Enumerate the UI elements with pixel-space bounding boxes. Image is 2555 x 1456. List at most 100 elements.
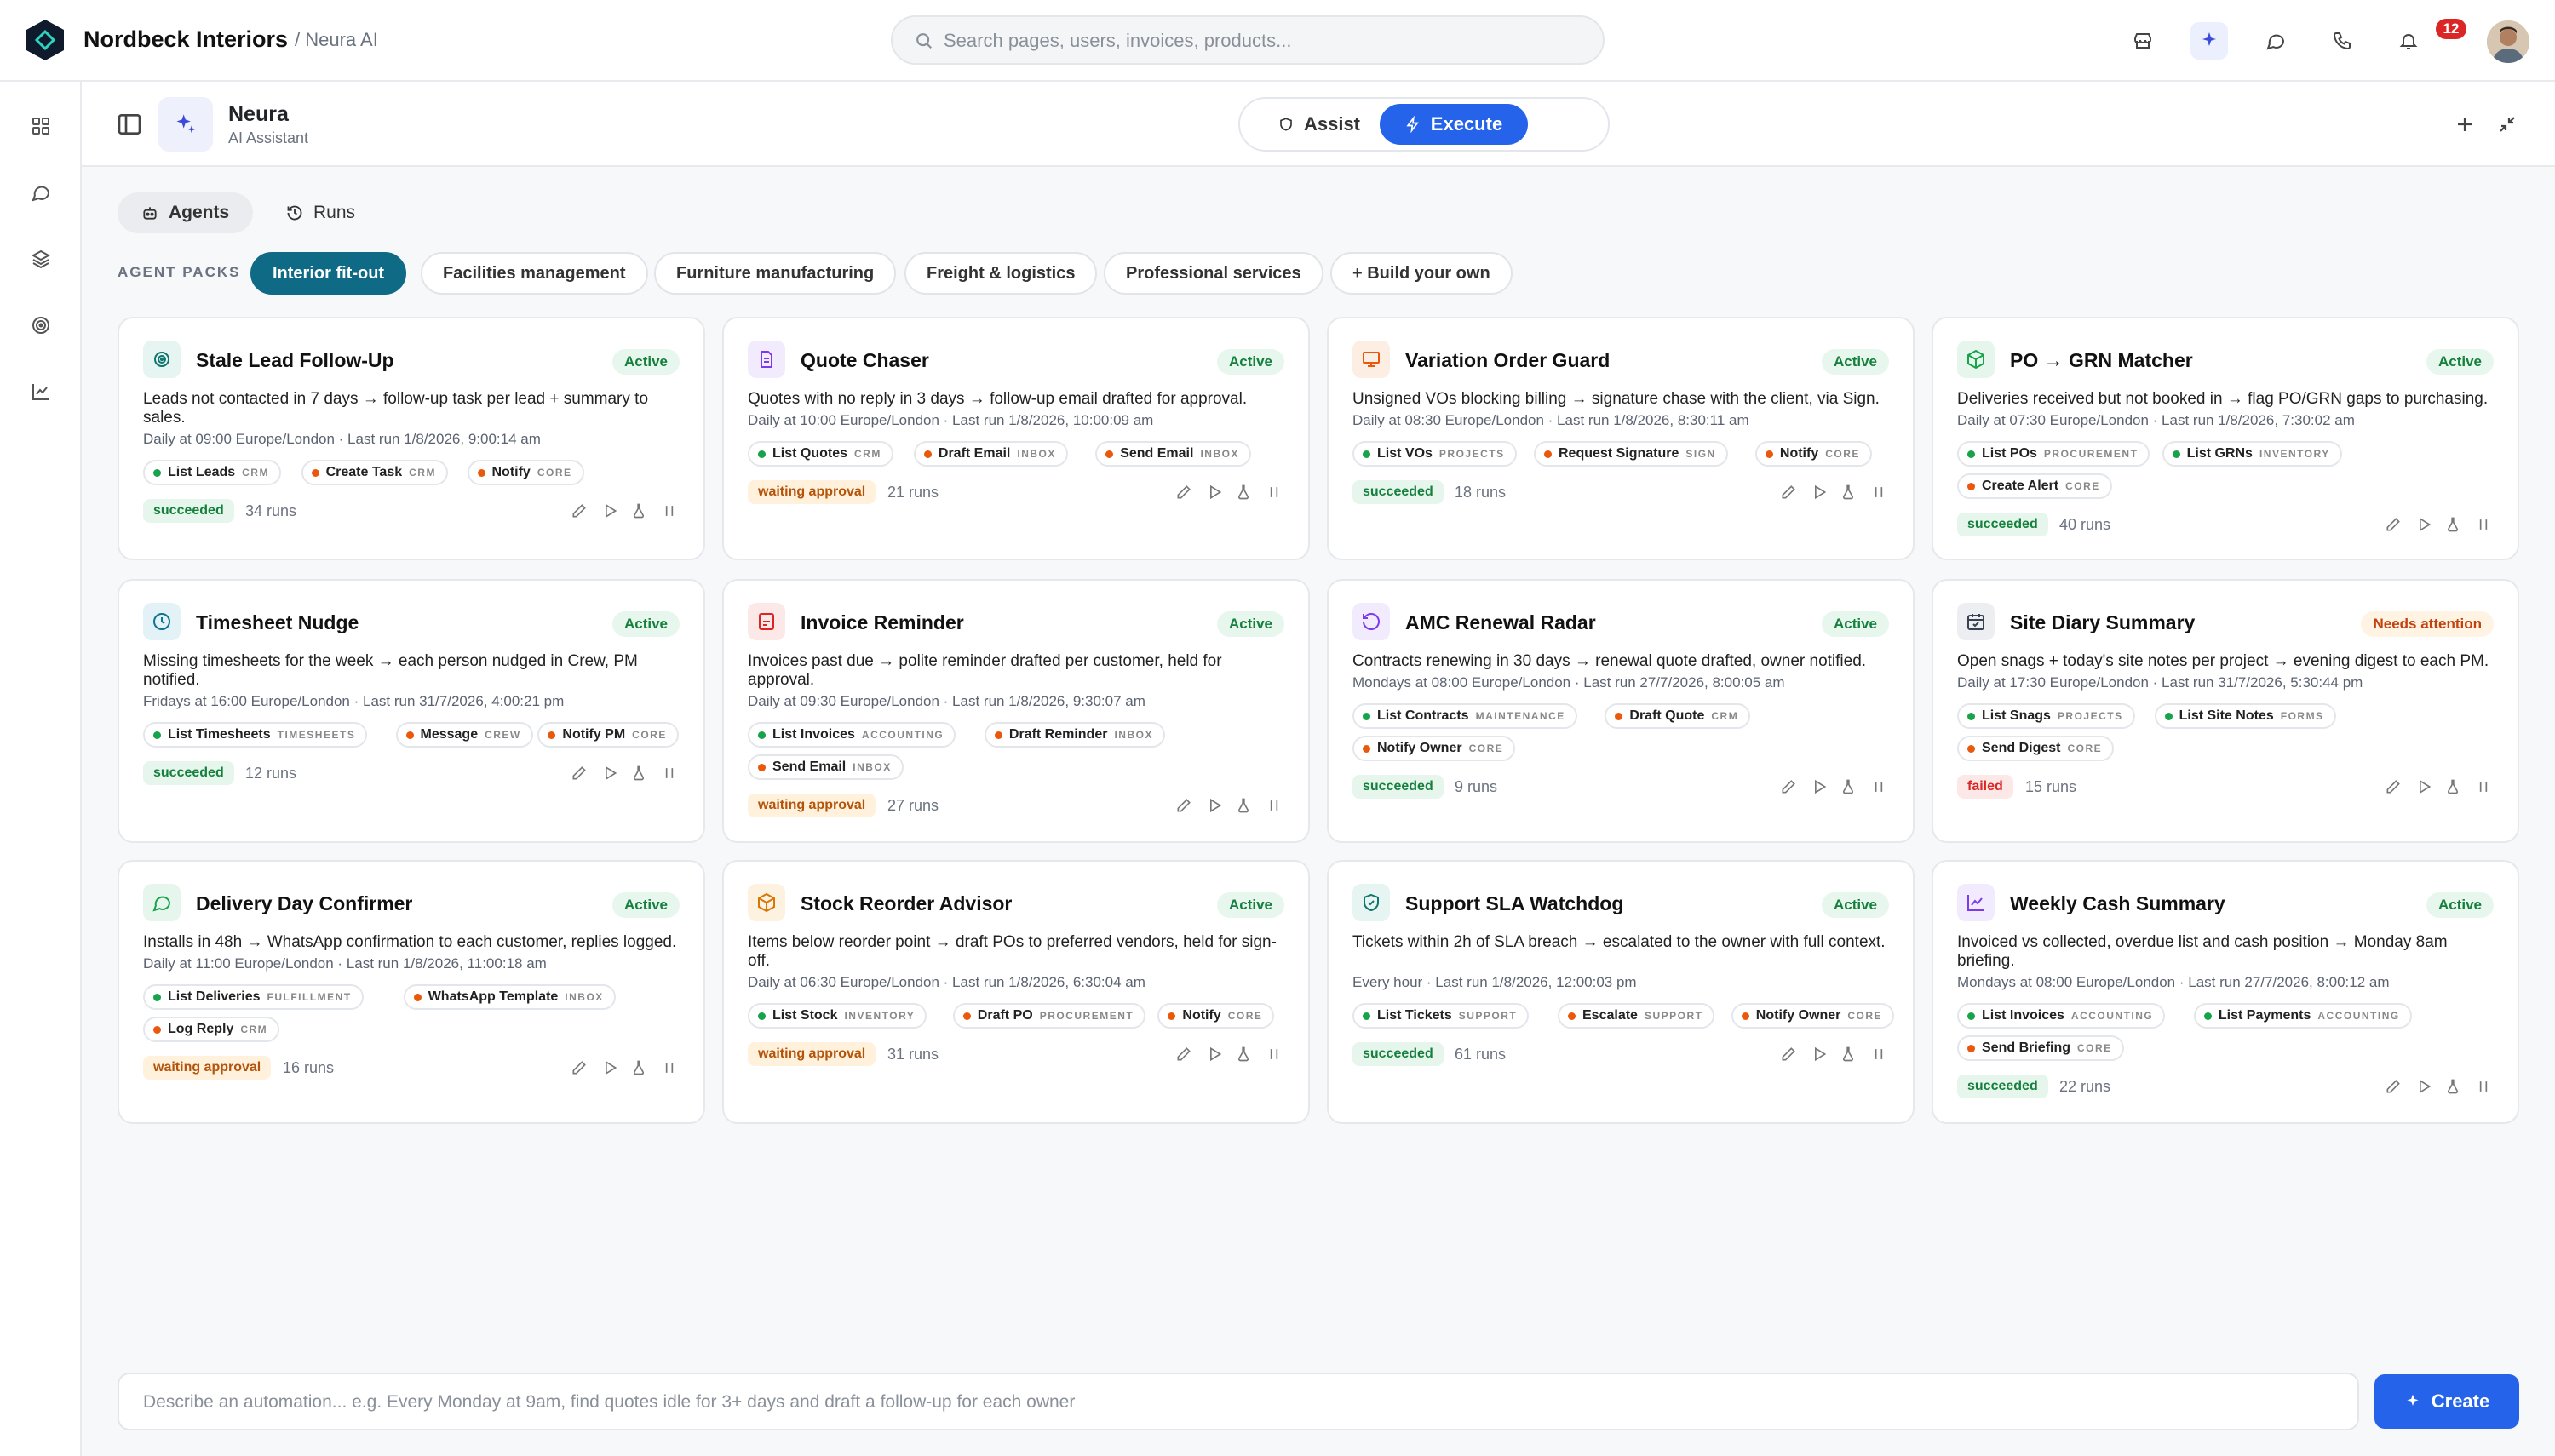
message-icon[interactable] — [26, 177, 56, 208]
play-icon[interactable] — [600, 1058, 620, 1078]
pause-icon[interactable] — [2473, 777, 2494, 797]
test-flask-icon[interactable] — [2443, 777, 2463, 797]
edit-icon[interactable] — [569, 501, 589, 521]
agent-card[interactable]: Weekly Cash Summary Active Invoiced vs col… — [1932, 860, 2519, 1124]
test-flask-icon[interactable] — [1233, 795, 1254, 816]
layers-icon[interactable] — [26, 244, 56, 274]
edit-icon[interactable] — [1778, 777, 1799, 797]
build-your-own-button[interactable]: + Build your own — [1330, 252, 1513, 295]
pause-icon[interactable] — [1869, 1044, 1889, 1064]
create-button[interactable]: Create — [2374, 1374, 2519, 1429]
play-icon[interactable] — [1204, 795, 1225, 816]
history-icon — [287, 205, 302, 221]
pause-icon[interactable] — [2473, 514, 2494, 535]
edit-icon[interactable] — [2383, 1076, 2403, 1097]
agent-card[interactable]: Stock Reorder Advisor Active Items below r… — [722, 860, 1310, 1124]
test-flask-icon[interactable] — [1838, 1044, 1858, 1064]
pause-icon[interactable] — [1264, 482, 1284, 502]
sidebar-toggle-icon[interactable] — [116, 111, 143, 138]
global-search[interactable] — [891, 15, 1605, 65]
agent-card[interactable]: AMC Renewal Radar Active Contracts renewin… — [1327, 579, 1915, 843]
test-flask-icon[interactable] — [629, 763, 649, 783]
pause-icon[interactable] — [659, 1058, 680, 1078]
play-icon[interactable] — [1809, 1044, 1829, 1064]
agent-card[interactable]: Timesheet Nudge Active Missing timesheets … — [118, 579, 705, 843]
test-flask-icon[interactable] — [629, 1058, 649, 1078]
execute-mode-button[interactable]: Execute — [1380, 104, 1528, 145]
tool-chip: Create Task CRM — [301, 460, 448, 485]
phone-icon[interactable] — [2323, 22, 2361, 60]
pack-facilities-management[interactable]: Facilities management — [421, 252, 648, 295]
target-icon[interactable] — [26, 310, 56, 341]
agent-card[interactable]: Site Diary Summary Needs attention Open sn… — [1932, 579, 2519, 843]
edit-icon[interactable] — [569, 763, 589, 783]
agent-card[interactable]: Support SLA Watchdog Active Tickets within… — [1327, 860, 1915, 1124]
edit-icon[interactable] — [1778, 482, 1799, 502]
test-flask-icon[interactable] — [1233, 482, 1254, 502]
automation-composer[interactable] — [118, 1373, 2359, 1430]
play-icon[interactable] — [1809, 777, 1829, 797]
test-flask-icon[interactable] — [2443, 1076, 2463, 1097]
tab-agents[interactable]: Agents — [118, 192, 254, 233]
automation-input[interactable] — [143, 1388, 2323, 1417]
tool-name: List Deliveries — [168, 989, 261, 1004]
play-icon[interactable] — [2414, 1076, 2434, 1097]
user-avatar[interactable] — [2487, 20, 2529, 63]
edit-icon[interactable] — [2383, 777, 2403, 797]
pause-icon[interactable] — [1264, 1044, 1284, 1064]
agent-schedule: Daily at 10:00 Europe/London · Last run … — [748, 412, 1154, 428]
play-icon[interactable] — [600, 501, 620, 521]
tab-runs[interactable]: Runs — [262, 192, 379, 233]
edit-icon[interactable] — [1778, 1044, 1799, 1064]
pause-icon[interactable] — [2473, 1076, 2494, 1097]
brand-logo-icon[interactable] — [24, 19, 66, 61]
pack-freight-logistics[interactable]: Freight & logistics — [904, 252, 1098, 295]
play-icon[interactable] — [1204, 1044, 1225, 1064]
pause-icon[interactable] — [1869, 482, 1889, 502]
pause-icon[interactable] — [1869, 777, 1889, 797]
bell-icon[interactable] — [2390, 22, 2427, 60]
test-flask-icon[interactable] — [2443, 514, 2463, 535]
search-input[interactable] — [944, 26, 1574, 56]
tool-chip: List Site Notes FORMS — [2154, 703, 2336, 729]
run-status-badge: waiting approval — [748, 1042, 876, 1066]
test-flask-icon[interactable] — [629, 501, 649, 521]
pack-professional-services[interactable]: Professional services — [1104, 252, 1323, 295]
pause-icon[interactable] — [659, 501, 680, 521]
agent-card[interactable]: Quote Chaser Active Quotes with no reply i… — [722, 317, 1310, 560]
test-flask-icon[interactable] — [1838, 777, 1858, 797]
chart-icon[interactable] — [26, 376, 56, 407]
play-icon[interactable] — [1809, 482, 1829, 502]
play-icon[interactable] — [1204, 482, 1225, 502]
agent-card[interactable]: Invoice Reminder Active Invoices past due … — [722, 579, 1310, 843]
pause-icon[interactable] — [659, 763, 680, 783]
plus-icon[interactable] — [2449, 109, 2480, 140]
agent-description: Installs in 48h → WhatsApp confirmation … — [143, 933, 677, 951]
play-icon[interactable] — [2414, 514, 2434, 535]
agent-card[interactable]: Variation Order Guard Active Unsigned VOs … — [1327, 317, 1915, 560]
pack-interior-fit-out[interactable]: Interior fit-out — [250, 252, 407, 295]
store-icon[interactable] — [2124, 22, 2162, 60]
pack-furniture-manufacturing[interactable]: Furniture manufacturing — [654, 252, 897, 295]
collapse-icon[interactable] — [2492, 109, 2523, 140]
agent-card[interactable]: Delivery Day Confirmer Active Installs in … — [118, 860, 705, 1124]
grid-icon[interactable] — [26, 111, 56, 141]
edit-icon[interactable] — [569, 1058, 589, 1078]
agent-card[interactable]: Stale Lead Follow-Up Active Leads not cont… — [118, 317, 705, 560]
status-badge: Active — [1216, 611, 1284, 637]
tool-chip: Log Reply CRM — [143, 1017, 280, 1042]
chat-icon[interactable] — [2257, 22, 2294, 60]
sparkle-ai-icon[interactable] — [2190, 22, 2228, 60]
agent-card[interactable]: PO → GRN Matcher Active Deliveries receive… — [1932, 317, 2519, 560]
edit-icon[interactable] — [2383, 514, 2403, 535]
play-icon[interactable] — [2414, 777, 2434, 797]
play-icon[interactable] — [600, 763, 620, 783]
edit-icon[interactable] — [1174, 1044, 1194, 1064]
edit-icon[interactable] — [1174, 795, 1194, 816]
assist-mode-button[interactable]: Assist — [1255, 104, 1383, 145]
status-dot — [477, 468, 485, 477]
test-flask-icon[interactable] — [1838, 482, 1858, 502]
test-flask-icon[interactable] — [1233, 1044, 1254, 1064]
edit-icon[interactable] — [1174, 482, 1194, 502]
pause-icon[interactable] — [1264, 795, 1284, 816]
